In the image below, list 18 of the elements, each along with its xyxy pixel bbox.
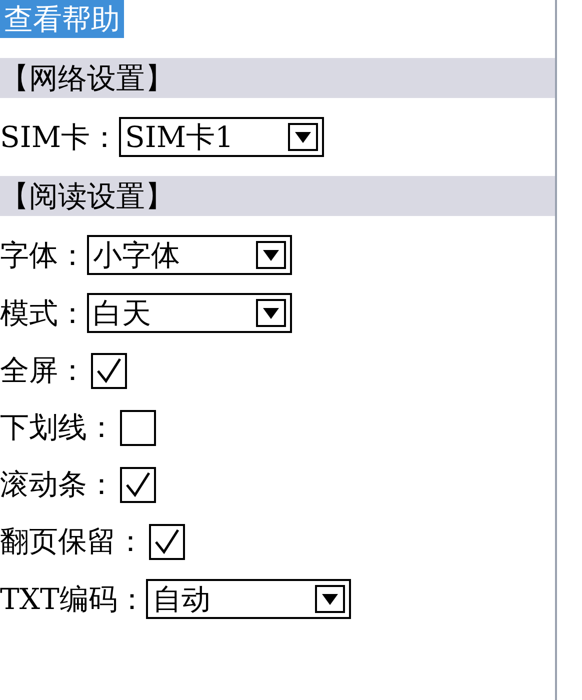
dropdown[interactable]: 自动 xyxy=(146,579,352,619)
field-label: 滚动条： xyxy=(0,470,116,499)
section-header: 【网络设置】 xyxy=(0,58,555,98)
dropdown[interactable]: 小字体 xyxy=(87,235,292,275)
field-label: TXT编码： xyxy=(0,584,146,614)
field-label: 下划线： xyxy=(0,413,116,442)
dropdown[interactable]: SIM卡1 xyxy=(119,117,324,157)
field-label: 全屏： xyxy=(0,356,87,385)
checkbox[interactable] xyxy=(149,524,185,560)
section-header: 【阅读设置】 xyxy=(0,176,555,216)
field-label: 模式： xyxy=(0,298,87,328)
field-label: 翻页保留： xyxy=(0,527,145,556)
field-label: 字体： xyxy=(0,240,87,270)
field-label: SIM卡： xyxy=(0,122,120,152)
dropdown[interactable]: 白天 xyxy=(87,293,292,333)
checkbox[interactable] xyxy=(120,466,156,502)
checkbox[interactable] xyxy=(91,352,127,388)
checkbox[interactable] xyxy=(120,410,156,446)
